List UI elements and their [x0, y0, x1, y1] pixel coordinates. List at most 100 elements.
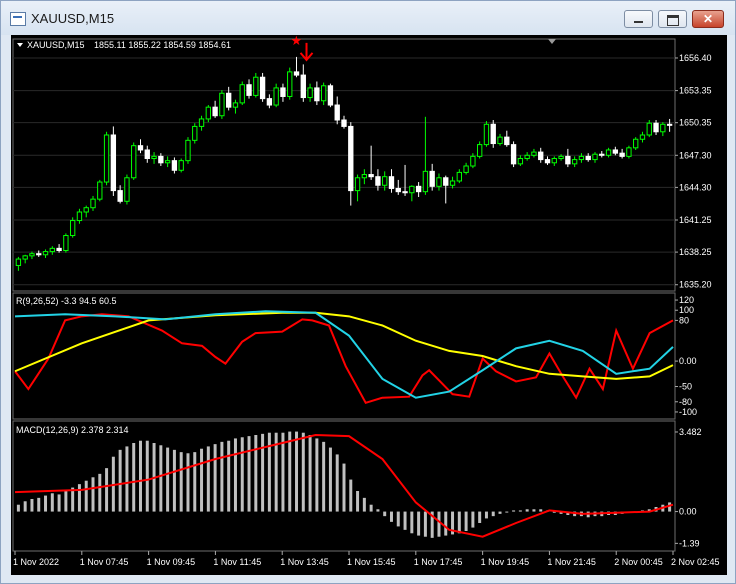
- minimize-button[interactable]: [624, 10, 653, 28]
- candle-body[interactable]: [666, 123, 673, 126]
- candle-body[interactable]: [232, 102, 239, 108]
- candle-body[interactable]: [171, 160, 178, 171]
- candle-body[interactable]: [612, 149, 619, 154]
- candle-body[interactable]: [90, 198, 96, 209]
- candle-body[interactable]: [409, 185, 415, 194]
- candle-body[interactable]: [463, 165, 469, 173]
- candle-body[interactable]: [144, 149, 150, 160]
- candle-body[interactable]: [226, 92, 232, 108]
- candle-body[interactable]: [558, 155, 564, 160]
- candle-body[interactable]: [212, 106, 218, 117]
- candle-body[interactable]: [192, 125, 198, 141]
- candle-body[interactable]: [239, 84, 245, 104]
- candle-body[interactable]: [266, 98, 273, 106]
- candle-body[interactable]: [219, 92, 225, 117]
- candle-body[interactable]: [273, 87, 279, 106]
- candle-body[interactable]: [592, 153, 598, 161]
- candle-body[interactable]: [538, 151, 544, 161]
- candle-body[interactable]: [164, 160, 171, 164]
- candle-body[interactable]: [131, 145, 137, 179]
- candle-body[interactable]: [510, 144, 517, 165]
- title-bar[interactable]: XAUUSD,M15 ✕: [1, 1, 735, 35]
- candle-body[interactable]: [605, 149, 612, 156]
- candle-body[interactable]: [348, 125, 354, 192]
- candle-body[interactable]: [639, 134, 646, 140]
- candle-body[interactable]: [246, 84, 252, 96]
- candle-body[interactable]: [15, 258, 22, 266]
- candle-body[interactable]: [456, 171, 462, 182]
- candle-body[interactable]: [497, 136, 503, 145]
- candle-body[interactable]: [382, 176, 388, 186]
- chart-area[interactable]: 1656.40 1653.35 1650.35 1647.30 1644.30 1641.…: [11, 33, 727, 575]
- candle-body[interactable]: [22, 255, 28, 260]
- candle-body[interactable]: [69, 220, 76, 237]
- candle-body[interactable]: [524, 154, 530, 160]
- candle-body[interactable]: [571, 159, 578, 165]
- candle-body[interactable]: [49, 247, 55, 253]
- candle-body[interactable]: [470, 155, 476, 167]
- candle-body[interactable]: [36, 253, 42, 256]
- candle-body[interactable]: [544, 159, 551, 164]
- candle-body[interactable]: [361, 174, 368, 179]
- candle-body[interactable]: [341, 119, 347, 127]
- candle-body[interactable]: [300, 74, 306, 99]
- candle-body[interactable]: [443, 177, 449, 186]
- candle-body[interactable]: [490, 123, 496, 145]
- candle-body[interactable]: [110, 134, 117, 192]
- candle-body[interactable]: [83, 207, 89, 213]
- candle-body[interactable]: [334, 104, 340, 121]
- candle-body[interactable]: [103, 134, 110, 183]
- candle-body[interactable]: [354, 177, 361, 192]
- candle-body[interactable]: [429, 170, 435, 187]
- candle-body[interactable]: [653, 122, 659, 133]
- candle-body[interactable]: [117, 190, 123, 202]
- close-button[interactable]: ✕: [692, 10, 724, 28]
- candle-body[interactable]: [517, 158, 524, 165]
- candle-body[interactable]: [619, 152, 625, 157]
- candle-body[interactable]: [531, 151, 537, 156]
- candle-body[interactable]: [137, 145, 144, 151]
- candle-body[interactable]: [63, 235, 69, 251]
- candle-body[interactable]: [436, 177, 442, 187]
- candle-body[interactable]: [402, 191, 408, 194]
- candle-body[interactable]: [76, 211, 83, 222]
- candle-body[interactable]: [293, 71, 300, 76]
- chart-canvas[interactable]: 1656.40 1653.35 1650.35 1647.30 1644.30 1641.…: [11, 33, 727, 575]
- candle-body[interactable]: [504, 136, 510, 146]
- candle-body[interactable]: [375, 176, 381, 186]
- candle-body[interactable]: [368, 174, 374, 178]
- candle-body[interactable]: [42, 251, 49, 256]
- candle-body[interactable]: [599, 153, 605, 156]
- candle-body[interactable]: [280, 87, 286, 97]
- candle-body[interactable]: [158, 155, 164, 164]
- candle-body[interactable]: [205, 106, 212, 120]
- candle-body[interactable]: [253, 76, 259, 96]
- candle-body[interactable]: [660, 123, 666, 133]
- candle-body[interactable]: [565, 155, 571, 165]
- candle-body[interactable]: [287, 71, 293, 97]
- candle-body[interactable]: [476, 144, 483, 157]
- candle-body[interactable]: [97, 181, 103, 200]
- candle-body[interactable]: [185, 139, 191, 162]
- candle-body[interactable]: [320, 85, 327, 102]
- candle-body[interactable]: [626, 147, 632, 157]
- candle-body[interactable]: [259, 76, 266, 100]
- candle-body[interactable]: [422, 170, 429, 193]
- candle-body[interactable]: [585, 155, 591, 161]
- candle-body[interactable]: [483, 123, 490, 146]
- candle-body[interactable]: [327, 85, 334, 106]
- candle-body[interactable]: [388, 176, 395, 189]
- candle-body[interactable]: [646, 122, 652, 136]
- candle-body[interactable]: [124, 177, 130, 202]
- candle-body[interactable]: [314, 87, 320, 102]
- candle-body[interactable]: [307, 87, 313, 99]
- candle-body[interactable]: [551, 158, 557, 164]
- candle-body[interactable]: [449, 180, 456, 186]
- candle-body[interactable]: [151, 155, 157, 160]
- candle-body[interactable]: [178, 160, 184, 171]
- candle-body[interactable]: [578, 155, 585, 161]
- candle-body[interactable]: [56, 247, 62, 251]
- maximize-button[interactable]: [658, 10, 687, 28]
- candle-body[interactable]: [633, 138, 639, 149]
- signal-star-icon[interactable]: ★: [291, 33, 303, 48]
